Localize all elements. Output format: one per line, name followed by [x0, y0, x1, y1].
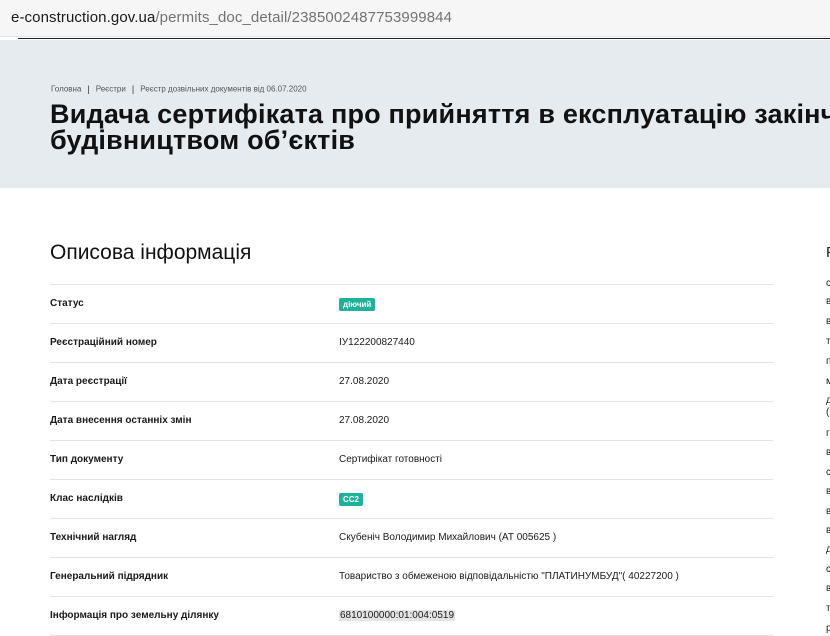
page-title-line-2: будівництвом об’єктів: [50, 125, 356, 155]
sidebar-letter: в: [826, 486, 830, 497]
url-host: e-construction.gov.ua: [11, 9, 156, 26]
breadcrumb-separator: |: [87, 84, 90, 94]
sidebar-letter: т: [826, 603, 830, 614]
row-value: Скубеніч Володимир Михайлович (АТ 005625…: [339, 532, 557, 543]
breadcrumb-home[interactable]: Головна: [51, 85, 81, 94]
row-label: Інформація про земельну ділянку: [50, 610, 219, 621]
table-row-reg-date: Дата реєстрації 27.08.2020: [50, 362, 773, 401]
page-title: Видача сертифіката про прийняття в експл…: [50, 99, 830, 155]
table-row-reg-number: Реєстраційний номер ІУ122200827440: [50, 323, 773, 362]
section-title: Описова інформація: [50, 241, 252, 264]
row-label: Дата внесення останніх змін: [50, 415, 192, 426]
row-label: Технічний нагляд: [50, 532, 137, 543]
sidebar-letter: в: [826, 506, 830, 517]
breadcrumb: Головна | Реєстри | Реєстр дозвільних докуме…: [51, 84, 307, 94]
row-label: Тип документу: [50, 454, 124, 465]
row-value: ІУ122200827440: [339, 337, 415, 348]
sidebar-heading: Р: [826, 244, 830, 261]
page-header: Головна | Реєстри | Реєстр дозвільних докуме…: [0, 40, 830, 188]
class-badge: СС2: [339, 493, 364, 506]
sidebar-letter: в: [826, 447, 830, 458]
table-row-tech-supervision: Технічний нагляд Скубеніч Володимир Миха…: [50, 518, 773, 557]
table-row-status: Статус діючий: [50, 284, 773, 323]
row-value: 6810100000:01:004:0519: [339, 610, 456, 621]
sidebar-letter: д: [826, 544, 830, 555]
page-title-line-1: Видача сертифіката про прийняття в експл…: [50, 99, 830, 129]
table-row-last-change: Дата внесення останніх змін 27.08.2020: [50, 401, 773, 440]
sidebar-letter: в: [826, 316, 830, 327]
row-value: Товариство з обмеженою відповідальністю …: [339, 571, 679, 582]
row-label: Статус: [50, 298, 84, 309]
row-label: Клас наслідків: [50, 493, 123, 504]
row-label: Генеральний підрядник: [50, 571, 169, 582]
header-divider: [18, 38, 830, 39]
breadcrumb-current[interactable]: Реєстр дозвільних документів від 06.07.2…: [140, 85, 306, 94]
url-path: /permits_doc_detail/2385002487753999844: [155, 9, 453, 26]
row-value: 27.08.2020: [339, 376, 390, 387]
row-label: Дата реєстрації: [50, 376, 127, 387]
breadcrumb-separator: |: [131, 84, 135, 94]
url-text[interactable]: e-construction.gov.ua/permits_doc_detail…: [11, 9, 452, 26]
sidebar-letter: (: [826, 407, 830, 418]
land-plot-number[interactable]: 6810100000:01:004:0519: [339, 610, 456, 621]
row-value: 27.08.2020: [339, 415, 390, 426]
row-value: Сертифікат готовності: [339, 454, 443, 465]
sidebar-letter: с: [826, 467, 830, 478]
table-row-general-contractor: Генеральний підрядник Товариство з обмеж…: [50, 557, 773, 596]
table-row-land-plot: Інформація про земельну ділянку 68101000…: [50, 596, 773, 636]
table-row-consequence-class: Клас наслідків СС2: [50, 479, 773, 518]
sidebar-letter: п: [826, 356, 830, 367]
browser-address-bar[interactable]: e-construction.gov.ua/permits_doc_detail…: [0, 0, 830, 37]
sidebar-letter: м: [826, 376, 830, 387]
sidebar-letter: р: [826, 623, 830, 634]
status-badge: діючий: [339, 298, 376, 311]
sidebar-letter: с: [826, 278, 830, 289]
sidebar-letter: г: [826, 428, 830, 439]
breadcrumb-registries[interactable]: Реєстри: [96, 85, 126, 94]
sidebar-letter: с: [826, 564, 830, 575]
sidebar-letter: т: [826, 336, 830, 347]
row-label: Реєстраційний номер: [50, 337, 157, 348]
table-row-doc-type: Тип документу Сертифікат готовності: [50, 440, 773, 479]
sidebar-letter: в: [826, 296, 830, 307]
sidebar-letter: д: [826, 395, 830, 406]
info-table: Статус діючий Реєстраційний номер ІУ1222…: [50, 284, 773, 636]
sidebar-letter: в: [826, 525, 830, 536]
sidebar-letter: в: [826, 583, 830, 594]
